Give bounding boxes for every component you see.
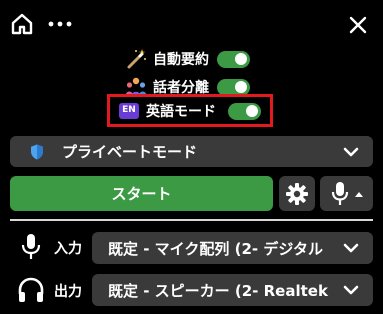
chevron-down-icon xyxy=(343,243,359,253)
gear-icon xyxy=(286,182,308,205)
output-label: 出力 xyxy=(54,284,82,300)
mode-select[interactable]: プライベートモード xyxy=(10,136,373,167)
toggle-label: 自動要約 xyxy=(153,52,209,68)
chevron-down-icon xyxy=(343,147,359,156)
home-button[interactable] xyxy=(9,11,35,37)
home-icon xyxy=(11,13,33,35)
toggle-row-auto-summary: 自動要約 xyxy=(125,47,250,71)
output-device-value: 既定 - スピーカー (2- Realtek xyxy=(108,281,328,300)
mode-select-value: プライベートモード xyxy=(62,143,198,161)
start-button[interactable]: スタート xyxy=(10,176,273,211)
toggle-row-english-mode: EN 英語モード xyxy=(118,99,261,123)
english-mode-switch[interactable] xyxy=(228,102,261,120)
divider xyxy=(10,219,373,221)
more-button[interactable] xyxy=(46,14,74,34)
auto-summary-switch[interactable] xyxy=(217,50,250,68)
shield-icon xyxy=(30,144,44,160)
input-device-value: 既定 - マイク配列 (2- デジタル xyxy=(108,239,324,258)
more-horizontal-icon xyxy=(48,21,72,27)
settings-button[interactable] xyxy=(279,176,315,211)
en-badge-text: EN xyxy=(119,103,139,119)
output-device-select[interactable]: 既定 - スピーカー (2- Realtek xyxy=(92,274,373,306)
chevron-down-icon xyxy=(343,285,359,295)
input-device-select[interactable]: 既定 - マイク配列 (2- デジタル xyxy=(92,232,373,264)
magic-wand-icon xyxy=(125,48,147,70)
microphone-icon xyxy=(331,181,348,205)
microphone-menu-button[interactable] xyxy=(320,176,373,211)
en-badge-icon: EN xyxy=(118,100,140,122)
microphone-icon xyxy=(20,233,42,265)
input-label: 入力 xyxy=(54,241,82,257)
caret-up-icon xyxy=(354,191,363,197)
close-icon xyxy=(349,16,367,34)
headphones-icon xyxy=(17,276,45,308)
close-button[interactable] xyxy=(346,13,370,37)
speaker-separation-switch[interactable] xyxy=(217,78,250,96)
toggle-label: 英語モード xyxy=(146,104,216,120)
